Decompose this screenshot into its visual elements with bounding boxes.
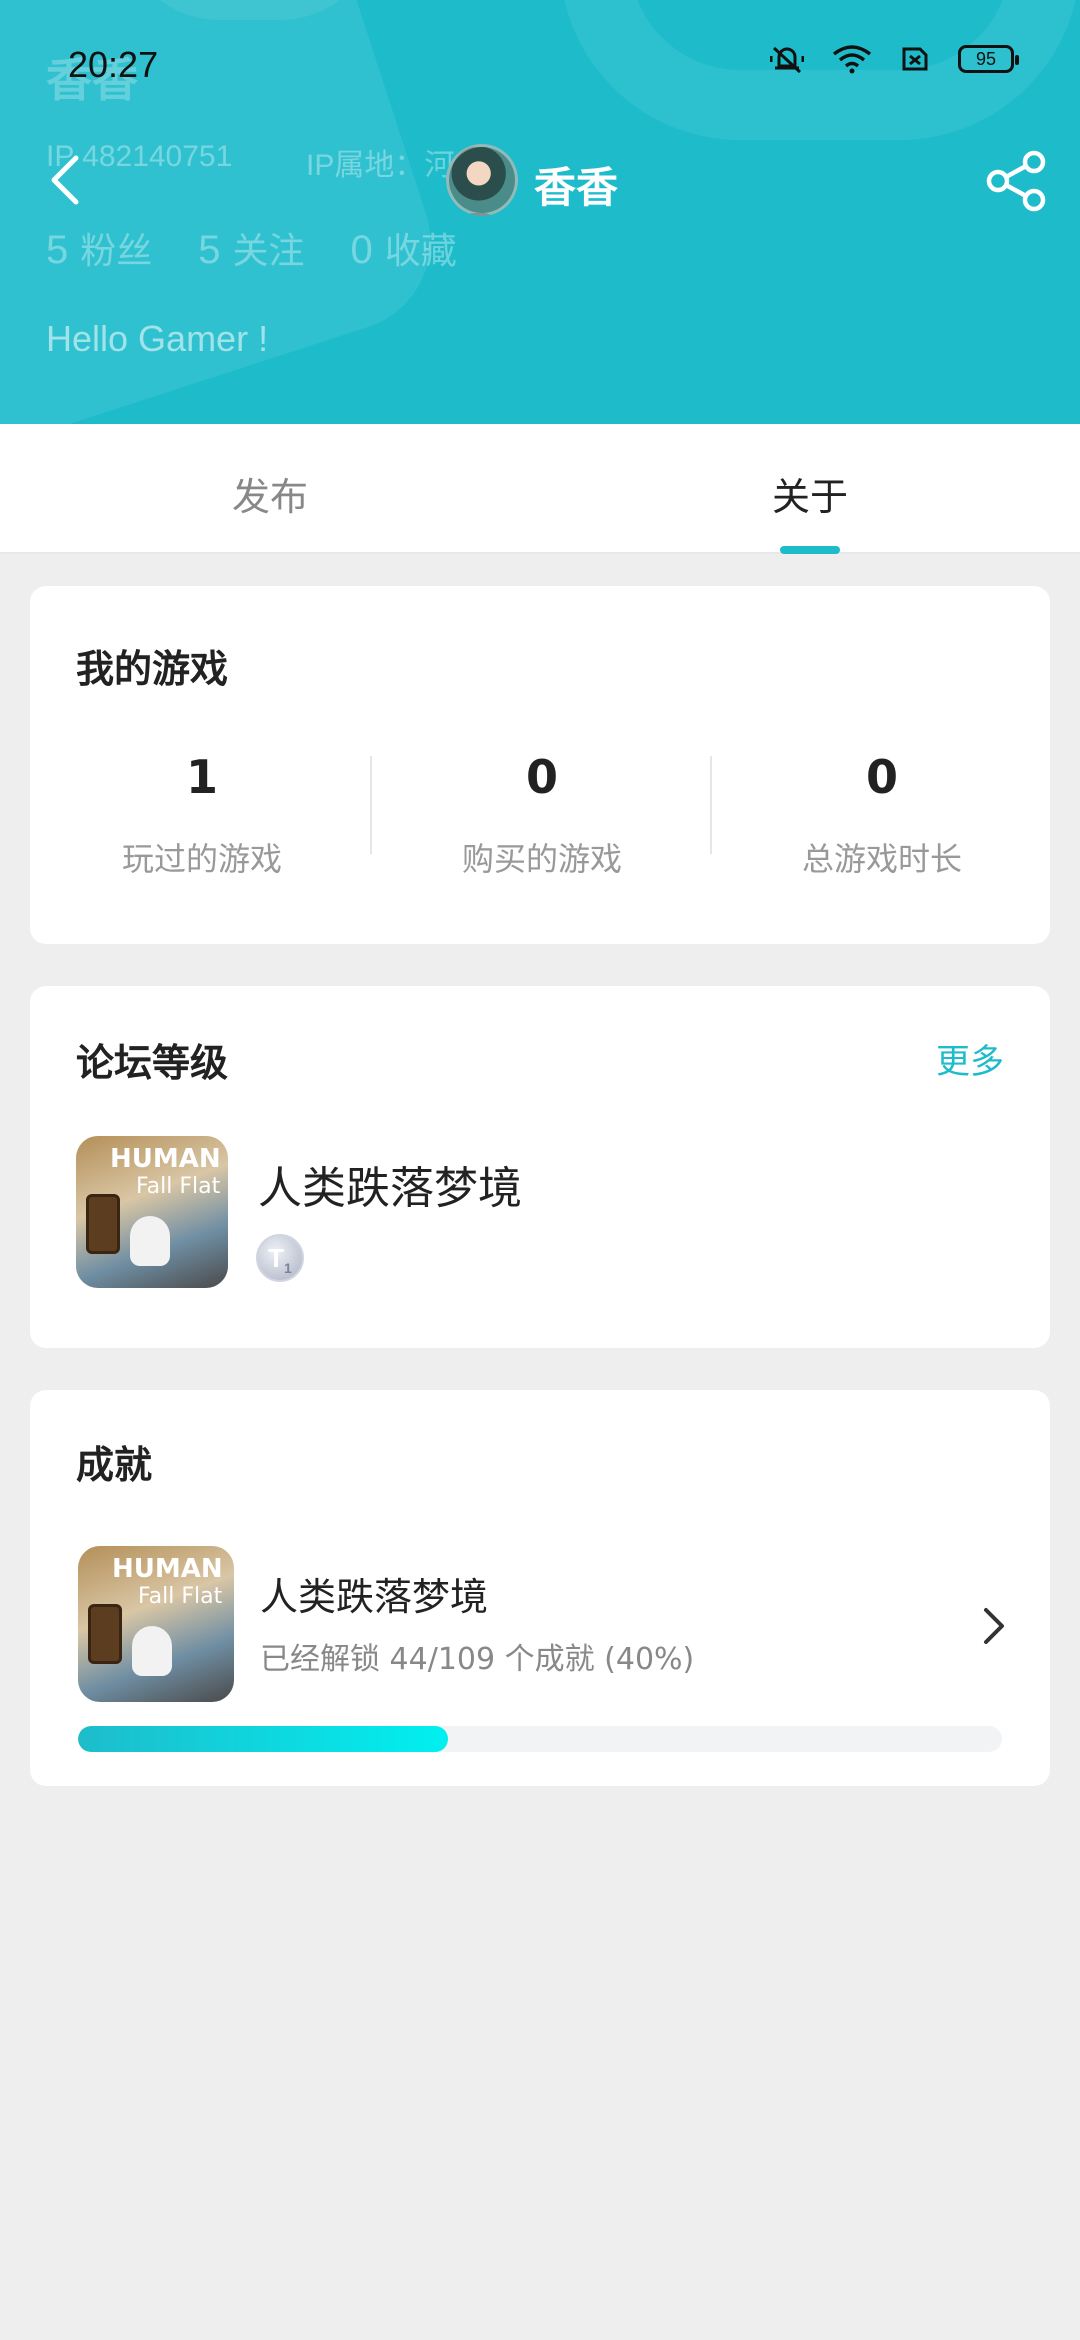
profile-bio: Hello Gamer ! [46,318,269,359]
playtime-count: 0 [865,750,898,804]
battery-icon: 95 [958,45,1019,73]
tab-active-indicator [780,546,840,554]
game-logo-subtext: Fall Flat [138,1584,223,1609]
purchased-games-stat[interactable]: 0 购买的游戏 [372,750,712,880]
played-games-label: 玩过的游戏 [121,840,282,878]
played-games-count: 1 [185,750,218,804]
forum-level-card: 论坛等级 更多 HUMAN Fall Flat 人类跌落梦境 T1 [30,986,1050,1348]
chevron-right-icon[interactable] [974,1602,1014,1650]
fans-label: 粉丝 [80,230,153,271]
forum-game-name[interactable]: 人类跌落梦境 [258,1152,522,1216]
played-games-stat[interactable]: 1 玩过的游戏 [32,750,372,880]
lantern-graphic [88,1604,122,1664]
badge-level: 1 [284,1260,292,1277]
achievement-game-name: 人类跌落梦境 [260,1575,489,1619]
back-arrow-icon[interactable] [40,150,100,210]
character-graphic [130,1216,170,1266]
achievements-title: 成就 [76,1443,153,1487]
achievement-progress-fill [78,1726,448,1752]
status-time: 20:27 [68,44,159,85]
avatar[interactable] [446,144,518,216]
purchased-games-label: 购买的游戏 [461,840,622,878]
forum-level-title: 论坛等级 [76,1041,229,1085]
mute-icon [770,46,804,74]
playtime-stat[interactable]: 0 总游戏时长 [712,750,1052,880]
follow-label: 关注 [232,230,305,271]
sim-icon [902,47,928,71]
lantern-graphic [86,1194,120,1254]
game-logo-text: HUMAN [112,1554,223,1584]
status-bar: 20:27 95 [0,0,1080,130]
my-games-card: 我的游戏 1 玩过的游戏 0 购买的游戏 0 总游戏时长 [30,586,1050,944]
purchased-games-count: 0 [525,750,558,804]
achievement-progress-text: 已经解锁 44/109 个成就 (40%) [260,1642,695,1677]
tab-publish[interactable]: 发布 [232,466,308,521]
game-icon[interactable]: HUMAN Fall Flat [76,1136,228,1288]
fans-count: 5 [46,228,69,272]
game-logo-text: HUMAN [110,1144,221,1174]
game-icon: HUMAN Fall Flat [78,1546,234,1702]
my-games-title: 我的游戏 [76,647,229,691]
level-badge-icon: T1 [256,1234,304,1282]
playtime-label: 总游戏时长 [801,840,962,878]
achievement-progress-bar [78,1726,1002,1752]
character-graphic [132,1626,172,1676]
share-icon[interactable] [984,148,1050,214]
header-username: 香香 [534,163,619,212]
status-icons: 95 [770,44,1019,74]
tab-about[interactable]: 关于 [772,466,848,521]
fav-label: 收藏 [384,230,457,271]
game-logo-subtext: Fall Flat [136,1174,221,1199]
wifi-icon [832,45,872,74]
profile-header: 香香 IP 482140751 IP属地：河 5 粉丝 5 关注 0 收藏 Hello G… [0,0,1080,424]
achievements-card[interactable]: 成就 HUMAN Fall Flat 人类跌落梦境 已经解锁 44/109 个成… [30,1390,1050,1786]
badge-letter: T [268,1243,285,1273]
top-nav: 香香 [0,130,1080,230]
follow-count: 5 [198,228,221,272]
more-link[interactable]: 更多 [936,1034,1004,1083]
tab-bar: 发布 关于 [0,424,1080,554]
fav-count: 0 [350,228,373,272]
